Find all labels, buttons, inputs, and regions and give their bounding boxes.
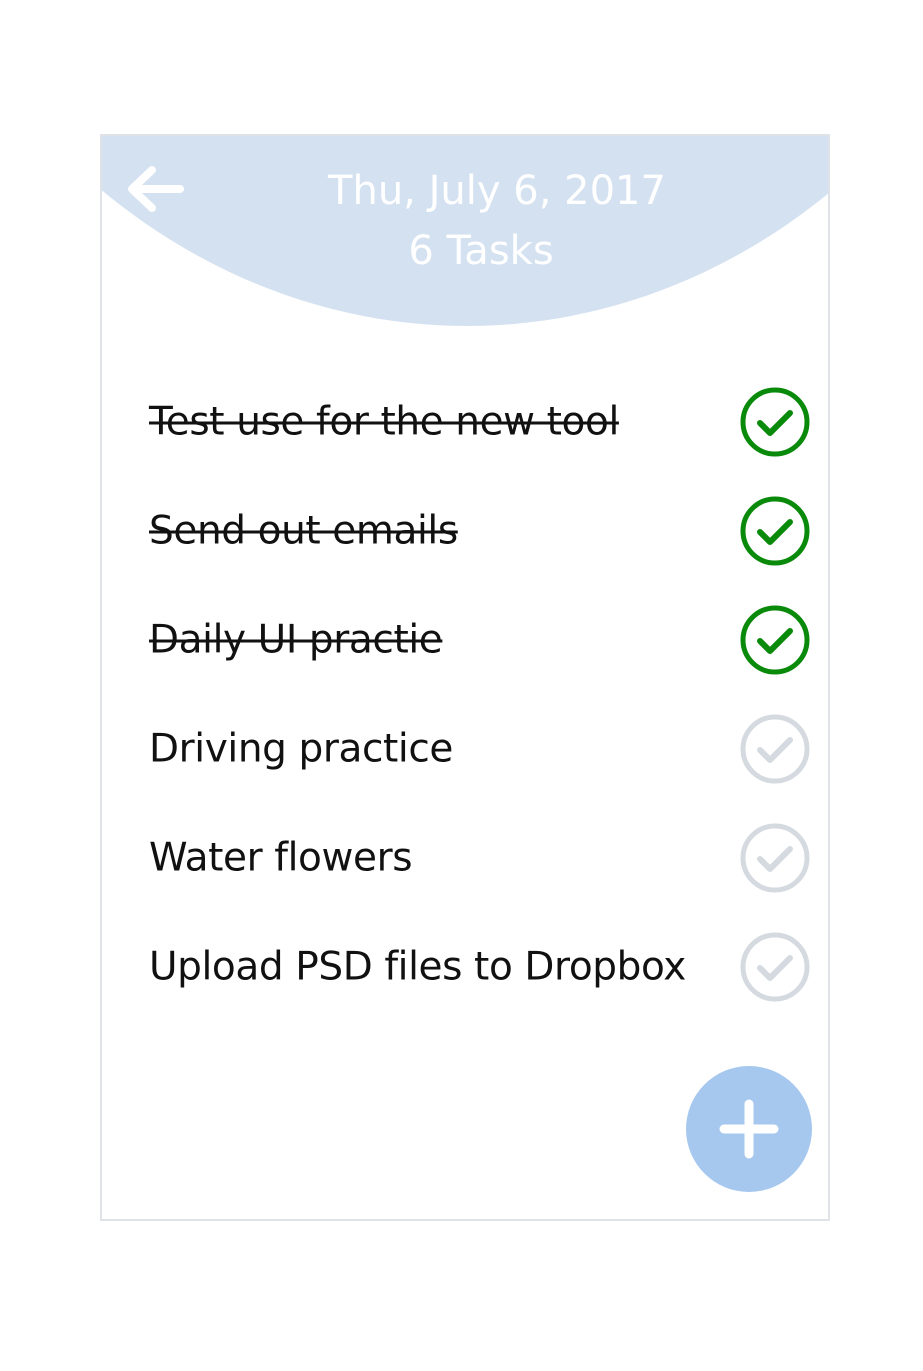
task-label[interactable]: Test use for the new tool: [149, 400, 619, 445]
header-date: Thu, July 6, 2017: [328, 168, 666, 214]
task-check-toggle[interactable]: [739, 931, 811, 1003]
task-item: Upload PSD files to Dropbox: [102, 917, 828, 1017]
plus-icon: [719, 1099, 779, 1159]
add-task-button[interactable]: [686, 1066, 812, 1192]
task-check-toggle[interactable]: [739, 604, 811, 676]
task-check-toggle[interactable]: [739, 386, 811, 458]
task-item: Water flowers: [102, 808, 828, 908]
check-circle-icon: [740, 823, 810, 893]
task-label[interactable]: Daily UI practie: [149, 618, 443, 663]
check-circle-icon: [740, 932, 810, 1002]
task-label[interactable]: Upload PSD files to Dropbox: [149, 945, 686, 990]
check-circle-icon: [740, 387, 810, 457]
task-label[interactable]: Driving practice: [149, 727, 453, 772]
task-card: Thu, July 6, 2017 6 Tasks Test use for t…: [100, 134, 830, 1221]
task-item: Send out emails: [102, 481, 828, 581]
task-check-toggle[interactable]: [739, 713, 811, 785]
task-count: 6 Tasks: [408, 228, 554, 274]
check-circle-icon: [740, 605, 810, 675]
task-label[interactable]: Water flowers: [149, 836, 413, 881]
task-item: Driving practice: [102, 699, 828, 799]
check-circle-icon: [740, 496, 810, 566]
task-item: Test use for the new tool: [102, 372, 828, 472]
task-label[interactable]: Send out emails: [149, 509, 458, 554]
check-circle-icon: [740, 714, 810, 784]
task-check-toggle[interactable]: [739, 822, 811, 894]
task-check-toggle[interactable]: [739, 495, 811, 567]
task-item: Daily UI practie: [102, 590, 828, 690]
